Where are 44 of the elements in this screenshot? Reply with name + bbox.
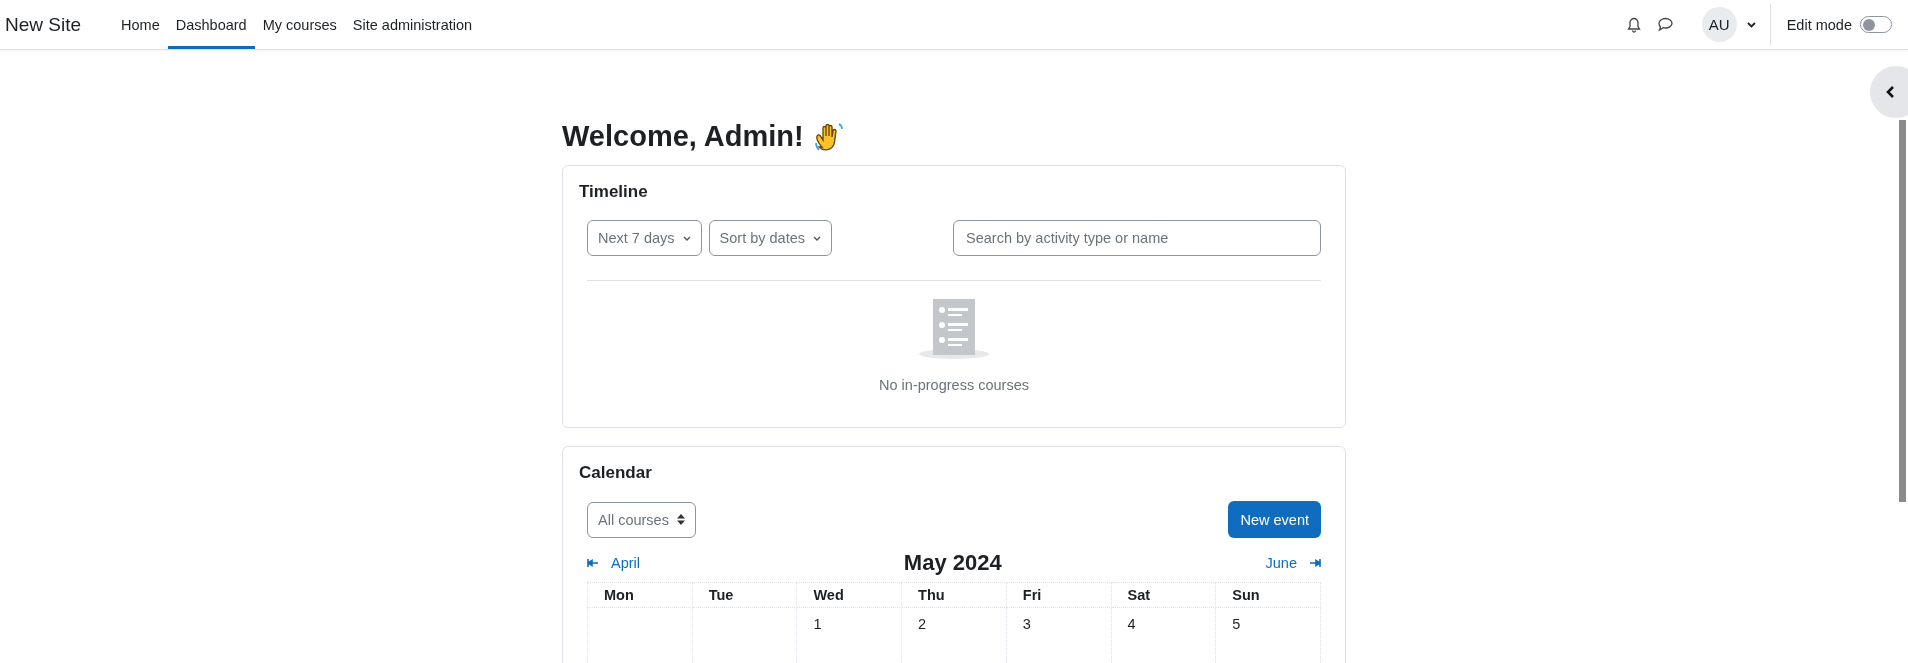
card-title: Calendar bbox=[579, 463, 653, 483]
empty-message: No in-progress courses bbox=[879, 377, 1029, 393]
weekday-header: Sat bbox=[1111, 582, 1216, 608]
drawer-toggle-button[interactable] bbox=[1870, 66, 1908, 118]
empty-list-icon bbox=[918, 299, 990, 359]
search-field[interactable]: Search by activity type or name bbox=[953, 220, 1321, 256]
nav-link[interactable]: Home bbox=[113, 0, 168, 49]
day-number[interactable]: 1 bbox=[813, 616, 822, 632]
day-number[interactable]: 3 bbox=[1022, 616, 1031, 632]
weekday-header: Mon bbox=[587, 582, 693, 608]
sort-arrows-icon bbox=[676, 514, 685, 525]
weekday-header: Wed bbox=[796, 582, 902, 608]
month-title: May 2024 bbox=[903, 550, 1002, 576]
site-name[interactable]: New Site bbox=[5, 13, 82, 36]
arrow-right-icon bbox=[1309, 559, 1321, 567]
course-select[interactable]: All courses bbox=[587, 501, 696, 538]
weekday-header: Thu bbox=[901, 582, 1007, 608]
user-avatar[interactable]: AU bbox=[1701, 7, 1737, 42]
message-bubble-icon[interactable] bbox=[1656, 17, 1674, 32]
weekday-header: Tue bbox=[692, 582, 797, 608]
page-heading: Welcome, Admin! bbox=[562, 120, 804, 153]
next-month-link[interactable]: June bbox=[1265, 555, 1321, 571]
arrow-left-icon bbox=[587, 559, 599, 567]
scrollbar[interactable] bbox=[1899, 120, 1906, 502]
caret-icon bbox=[682, 235, 691, 241]
weekday-header: Fri bbox=[1006, 582, 1111, 608]
caret-icon bbox=[813, 235, 821, 241]
waving-hand-icon bbox=[813, 120, 844, 153]
nav-link[interactable]: Dashboard bbox=[167, 0, 255, 49]
notification-bell-icon[interactable] bbox=[1626, 16, 1641, 33]
card-title: Timeline bbox=[579, 182, 649, 202]
nav-link[interactable]: My courses bbox=[254, 0, 345, 49]
previous-month-link[interactable]: April bbox=[587, 555, 640, 571]
chevron-left-icon bbox=[1885, 85, 1895, 99]
filter-dropdown[interactable]: Sort by dates bbox=[708, 220, 832, 256]
weekday-header: Sun bbox=[1215, 582, 1321, 608]
day-number[interactable]: 2 bbox=[918, 616, 927, 632]
day-number[interactable]: 4 bbox=[1127, 616, 1136, 632]
new-event-button[interactable]: New event bbox=[1228, 501, 1321, 538]
edit-mode-label: Edit mode bbox=[1786, 16, 1852, 33]
nav-link[interactable]: Site administration bbox=[344, 0, 481, 49]
caret-icon[interactable] bbox=[1746, 21, 1756, 28]
filter-dropdown[interactable]: Next 7 days bbox=[587, 220, 702, 256]
day-number[interactable]: 5 bbox=[1232, 616, 1241, 632]
